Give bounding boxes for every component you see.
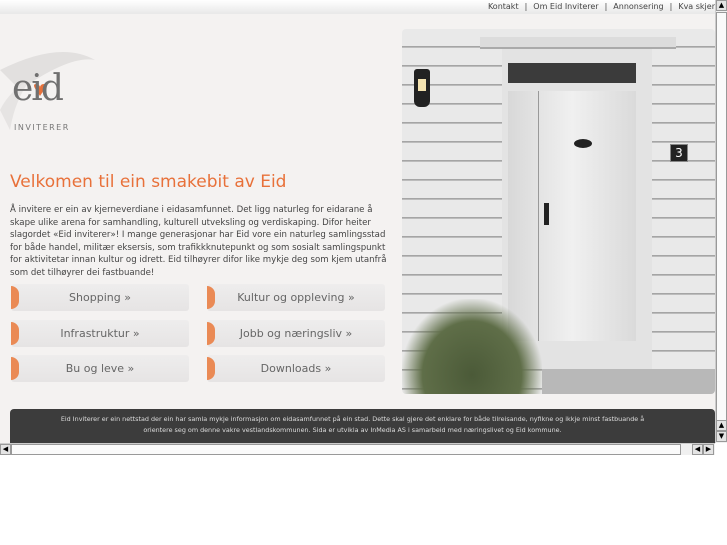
logo-word: eid	[12, 68, 64, 109]
page-title: Velkomen til ein smakebit av Eid	[10, 172, 287, 192]
link-kva-skjer[interactable]: Kva skjer	[678, 2, 715, 11]
scroll-up-icon[interactable]: ▲	[716, 0, 727, 11]
infrastruktur-button[interactable]: Infrastruktur »	[11, 320, 189, 347]
button-label: Kultur og oppleving »	[237, 291, 355, 304]
scroll-down-icon[interactable]: ▼	[716, 431, 727, 442]
logo[interactable]: eid INVITERER	[0, 50, 110, 145]
horizontal-scrollbar[interactable]: ◀ ◀ ▶	[0, 443, 715, 455]
scroll-up-icon[interactable]: ▲	[716, 420, 727, 431]
downloads-button[interactable]: Downloads »	[207, 355, 385, 382]
separator: |	[524, 2, 528, 11]
tab-accent	[207, 357, 215, 380]
button-label: Bu og leve »	[65, 362, 135, 375]
vertical-scrollbar[interactable]: ▲ ▲ ▼	[715, 0, 727, 443]
button-label: Infrastruktur »	[60, 327, 140, 340]
door-step	[542, 369, 715, 394]
separator: |	[604, 2, 608, 11]
scroll-thumb[interactable]	[716, 12, 727, 422]
footer-text: Eid Inviterer er ein nettstad der ein ha…	[60, 415, 645, 434]
tab-accent	[11, 357, 19, 380]
name-plate	[574, 139, 592, 148]
logo-tagline: INVITERER	[14, 123, 70, 132]
tab-accent	[207, 286, 215, 309]
door-canopy	[480, 37, 676, 49]
link-om-eid-inviterer[interactable]: Om Eid Inviterer	[533, 2, 598, 11]
link-kontakt[interactable]: Kontakt	[488, 2, 519, 11]
button-label: Jobb og næringsliv »	[239, 327, 353, 340]
separator: |	[669, 2, 673, 11]
kultur-button[interactable]: Kultur og oppleving »	[207, 284, 385, 311]
footer: Eid Inviterer er ein nettstad der ein ha…	[10, 409, 715, 443]
transom-window	[508, 63, 636, 83]
button-label: Downloads »	[260, 362, 332, 375]
tab-accent	[11, 286, 19, 309]
jobb-button[interactable]: Jobb og næringsliv »	[207, 320, 385, 347]
page-frame: Kontakt | Om Eid Inviterer | Annonsering | Kva…	[0, 0, 715, 443]
tab-accent	[11, 322, 19, 345]
link-annonsering[interactable]: Annonsering	[613, 2, 663, 11]
bu-og-leve-button[interactable]: Bu og leve »	[11, 355, 189, 382]
top-links: Kontakt | Om Eid Inviterer | Annonsering | Kva…	[488, 2, 715, 11]
shopping-button[interactable]: Shopping »	[11, 284, 189, 311]
button-label: Shopping »	[69, 291, 131, 304]
scroll-right-icon[interactable]: ▶	[703, 444, 714, 455]
scroll-left-icon[interactable]: ◀	[0, 444, 11, 455]
bush	[402, 299, 542, 394]
lamp-icon	[414, 69, 430, 107]
house-number: 3	[670, 144, 688, 162]
door-photo: 3	[402, 29, 715, 394]
door-handle	[544, 203, 549, 225]
intro-text: Å invitere er ein av kjerneverdiane i ei…	[10, 205, 387, 278]
tab-accent	[207, 322, 215, 345]
scroll-left-icon[interactable]: ◀	[692, 444, 703, 455]
top-bar: Kontakt | Om Eid Inviterer | Annonsering | Kva…	[0, 0, 715, 14]
scroll-thumb[interactable]	[11, 444, 681, 455]
